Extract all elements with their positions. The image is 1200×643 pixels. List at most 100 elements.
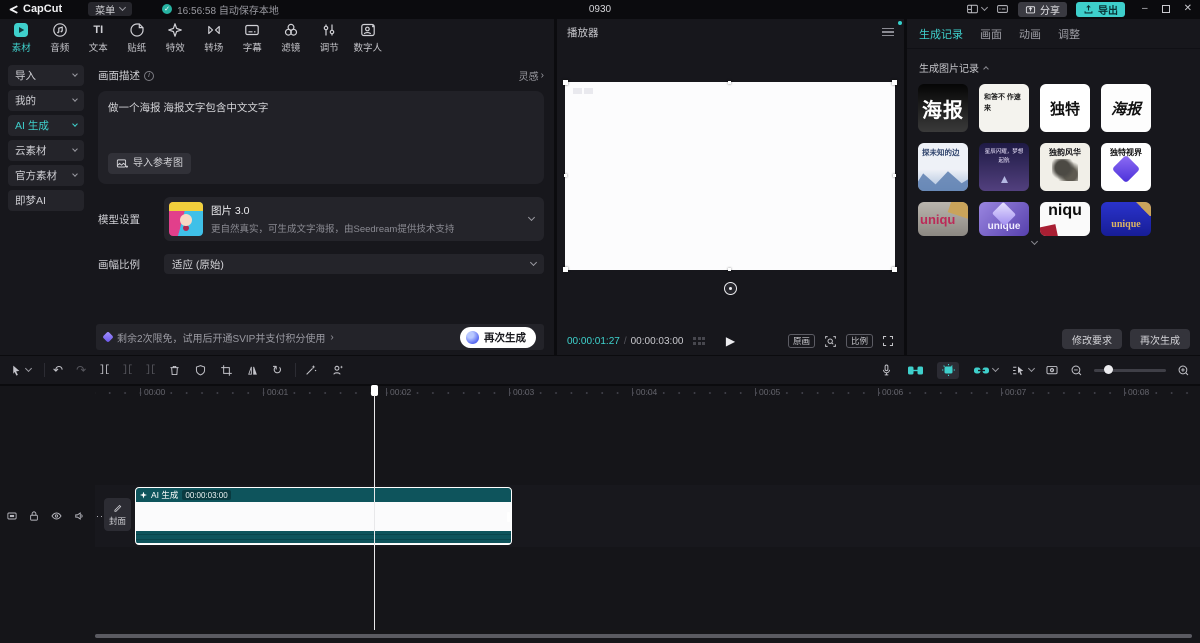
playhead[interactable] bbox=[371, 385, 378, 631]
tab-adjust[interactable]: 调节 bbox=[310, 19, 349, 56]
zoom-out-button[interactable] bbox=[1070, 364, 1083, 377]
tab-filters[interactable]: 滤镜 bbox=[272, 19, 311, 56]
rotate-button[interactable]: ↻ bbox=[272, 364, 282, 376]
layout-switch-icon[interactable] bbox=[966, 3, 987, 15]
generated-image[interactable]: 海报 bbox=[918, 84, 968, 132]
select-tool[interactable] bbox=[10, 364, 31, 377]
ai-generated-clip[interactable]: AI 生成 00:00:03:00 bbox=[135, 487, 512, 545]
mute-track-icon[interactable] bbox=[73, 510, 86, 522]
generated-image[interactable]: 星辰闪耀，梦想起航 bbox=[979, 143, 1029, 191]
ratio-button[interactable]: 比例 bbox=[846, 334, 873, 348]
generated-image[interactable]: uniqu bbox=[918, 202, 968, 236]
preview-canvas[interactable] bbox=[565, 82, 895, 270]
tab-picture[interactable]: 画面 bbox=[980, 26, 1002, 42]
main-track-magnet-toggle[interactable] bbox=[904, 362, 926, 379]
crop-button[interactable] bbox=[220, 364, 233, 377]
smart-edit-button[interactable] bbox=[304, 363, 318, 377]
link-preview-toggle[interactable] bbox=[970, 362, 1000, 379]
menu-button[interactable]: 菜单 bbox=[88, 2, 132, 16]
record-voiceover-button[interactable] bbox=[880, 363, 893, 377]
generated-image[interactable]: 和答不 作速来 bbox=[979, 84, 1029, 132]
release-notes-icon[interactable] bbox=[996, 3, 1009, 15]
timeline-horizontal-scrollbar[interactable] bbox=[95, 634, 1192, 638]
sidebar-item-mine[interactable]: 我的 bbox=[8, 90, 84, 111]
sidebar-item-ai-generate[interactable]: AI 生成 bbox=[8, 115, 84, 136]
play-button[interactable]: ▶ bbox=[726, 334, 735, 348]
tab-text[interactable]: TI 文本 bbox=[79, 19, 118, 56]
selection-handle[interactable] bbox=[728, 268, 731, 271]
cover-button[interactable]: 封面 bbox=[104, 498, 131, 531]
preview-axis-button[interactable] bbox=[1045, 364, 1059, 377]
tab-generation-history[interactable]: 生成记录 bbox=[919, 26, 963, 42]
expand-history-button[interactable] bbox=[918, 242, 1151, 244]
tab-material[interactable]: 素材 bbox=[2, 19, 41, 56]
selection-handle[interactable] bbox=[892, 267, 897, 272]
fullscreen-icon[interactable] bbox=[882, 335, 894, 347]
generated-image[interactable]: 海报 bbox=[1101, 84, 1151, 132]
selection-handle[interactable] bbox=[563, 80, 568, 85]
tab-animation[interactable]: 动画 bbox=[1019, 26, 1041, 42]
model-select[interactable]: 图片 3.0 更自然真实，可生成文字海报，由Seedream提供技术支持 bbox=[164, 197, 544, 241]
generated-image[interactable]: 探未知的边 bbox=[918, 143, 968, 191]
sidebar-item-dreamina[interactable]: 即梦AI bbox=[8, 190, 84, 211]
lock-track-icon[interactable] bbox=[28, 510, 40, 522]
zoom-in-button[interactable] bbox=[1177, 364, 1190, 377]
timeline-zoom-slider[interactable] bbox=[1094, 369, 1166, 372]
inspiration-link[interactable]: 灵感 › bbox=[519, 68, 544, 83]
player-menu-icon[interactable] bbox=[882, 28, 894, 36]
trim-right-button[interactable]: ][ bbox=[145, 365, 155, 376]
auto-snap-toggle[interactable] bbox=[937, 362, 959, 379]
original-quality-button[interactable]: 原画 bbox=[788, 334, 815, 348]
regenerate-button[interactable]: 再次生成 bbox=[1130, 329, 1190, 349]
track-type-icon[interactable] bbox=[6, 510, 18, 522]
tab-adjust[interactable]: 调整 bbox=[1058, 26, 1080, 42]
modify-request-button[interactable]: 修改要求 bbox=[1062, 329, 1122, 349]
sidebar-item-official[interactable]: 官方素材 bbox=[8, 165, 84, 186]
generate-again-button[interactable]: 再次生成 bbox=[460, 327, 536, 348]
trim-left-button[interactable]: ][ bbox=[122, 365, 132, 376]
mirror-button[interactable] bbox=[246, 364, 259, 377]
import-reference-button[interactable]: 导入参考图 bbox=[108, 153, 191, 174]
generated-image[interactable]: unique bbox=[1101, 202, 1151, 236]
generated-image[interactable]: 独特视界 bbox=[1101, 143, 1151, 191]
generated-image[interactable]: 独特 bbox=[1040, 84, 1090, 132]
tab-effects[interactable]: 特效 bbox=[156, 19, 195, 56]
clip-trim-handle[interactable] bbox=[507, 512, 510, 522]
track-select-mode[interactable] bbox=[1011, 364, 1034, 377]
tab-captions[interactable]: 字幕 bbox=[233, 19, 272, 56]
split-button[interactable]: ][ bbox=[99, 365, 109, 376]
delete-button[interactable] bbox=[168, 364, 181, 377]
sidebar-item-import[interactable]: 导入 bbox=[8, 65, 84, 86]
maximize-button[interactable] bbox=[1162, 5, 1170, 13]
selection-handle[interactable] bbox=[563, 267, 568, 272]
generated-image[interactable]: niqu bbox=[1040, 202, 1090, 236]
ratio-select[interactable]: 适应 (原始) bbox=[164, 254, 544, 274]
export-button[interactable]: 导出 bbox=[1076, 2, 1125, 17]
history-section-header[interactable]: 生成图片记录 bbox=[919, 60, 1200, 75]
rotate-handle[interactable] bbox=[724, 282, 737, 295]
close-button[interactable]: ✕ bbox=[1184, 4, 1192, 14]
undo-button[interactable]: ↶ bbox=[53, 364, 63, 376]
share-button[interactable]: 分享 bbox=[1018, 2, 1067, 17]
zoom-slider-knob[interactable] bbox=[1104, 365, 1113, 374]
character-effect-button[interactable] bbox=[331, 363, 345, 377]
focus-zoom-icon[interactable] bbox=[824, 335, 837, 348]
sidebar-item-cloud[interactable]: 云素材 bbox=[8, 140, 84, 161]
tab-digital-human[interactable]: 数字人 bbox=[349, 19, 388, 56]
timeline-ruler[interactable]: 00:00 00:01 00:02 00:03 00:04 00:05 00:0… bbox=[0, 386, 1200, 400]
tab-transitions[interactable]: 转场 bbox=[195, 19, 234, 56]
selection-handle[interactable] bbox=[893, 174, 896, 177]
generated-image[interactable]: unique bbox=[979, 202, 1029, 236]
tab-sticker[interactable]: 贴纸 bbox=[118, 19, 157, 56]
selection-handle[interactable] bbox=[728, 81, 731, 84]
tab-audio[interactable]: 音频 bbox=[41, 19, 80, 56]
prompt-input[interactable]: 做一个海报 海报文字包含中文文字 导入参考图 bbox=[98, 91, 544, 184]
generated-image[interactable]: 独韵风华 bbox=[1040, 143, 1090, 191]
selection-handle[interactable] bbox=[892, 80, 897, 85]
redo-button[interactable]: ↷ bbox=[76, 364, 86, 376]
mask-button[interactable] bbox=[194, 364, 207, 377]
minimize-button[interactable]: – bbox=[1142, 4, 1148, 14]
hide-track-icon[interactable] bbox=[50, 510, 63, 522]
selection-handle[interactable] bbox=[564, 174, 567, 177]
quota-text[interactable]: 剩余2次限免，试用后开通SVIP并支付积分使用 bbox=[117, 330, 325, 345]
